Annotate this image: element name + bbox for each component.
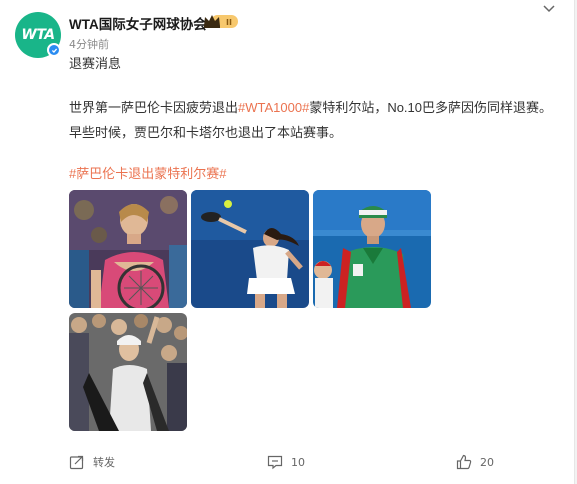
repost-label: 转发: [93, 456, 115, 469]
verified-badge-icon: [47, 43, 61, 57]
topic-link[interactable]: #WTA1000#: [238, 100, 309, 115]
post-time[interactable]: 4分钟前: [69, 36, 109, 52]
hashtag-link[interactable]: #萨巴伦卡退出蒙特利尔赛#: [69, 163, 226, 182]
membership-crown-icon[interactable]: II: [203, 13, 239, 30]
photo-serve-player[interactable]: [191, 190, 309, 308]
like-button[interactable]: 20: [456, 454, 494, 470]
author-name[interactable]: WTA国际女子网球协会: [69, 13, 207, 33]
like-icon: [456, 454, 472, 470]
comment-button[interactable]: 10: [267, 454, 305, 470]
chevron-down-icon[interactable]: [542, 4, 556, 14]
body-text: 世界第一萨巴伦卡因疲劳退出: [69, 100, 239, 115]
post-body: 世界第一萨巴伦卡因疲劳退出#WTA1000#蒙特利尔站，No.10巴多萨因伤同样…: [69, 95, 555, 145]
photo-crowd-player[interactable]: [69, 313, 187, 431]
action-bar: 转发 10 20: [0, 446, 575, 478]
weibo-post-card: WTA WTA国际女子网球协会 II 4分钟前 退赛消息 世界第一萨巴伦卡因疲劳…: [0, 0, 575, 484]
repost-button[interactable]: 转发: [69, 454, 115, 470]
badge-level: II: [226, 18, 232, 27]
photo-jabeur[interactable]: [313, 190, 431, 308]
comment-count: 10: [291, 455, 305, 469]
photo-sabalenka[interactable]: [69, 190, 187, 308]
like-count: 20: [480, 455, 494, 469]
comment-icon: [267, 455, 283, 470]
avatar-logo-text: WTA: [21, 27, 55, 43]
post-headline: 退赛消息: [69, 56, 122, 71]
repost-icon: [69, 455, 84, 470]
